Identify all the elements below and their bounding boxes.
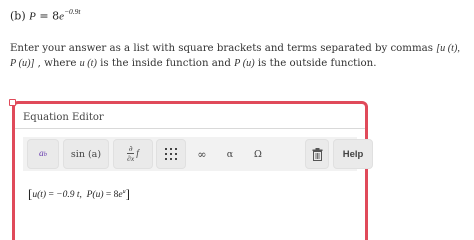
instructions: Enter your answer as a list with square …	[10, 41, 468, 71]
superscript-button[interactable]: ab	[27, 139, 59, 169]
resize-handle[interactable]	[9, 99, 16, 106]
editor-title: Equation Editor	[23, 112, 104, 123]
help-label: Help	[342, 148, 364, 160]
answer-eq-1: =	[46, 190, 57, 200]
equation-editor: Equation Editor ab sin (a) ∂ ∂x f ∞ α Ω …	[12, 101, 373, 240]
partial-f: f	[136, 149, 139, 159]
exponent: −0.9t	[63, 7, 81, 16]
partial-fraction: ∂ ∂x	[127, 144, 135, 163]
superscript-exp: b	[43, 150, 47, 158]
answer-eq-2: =	[103, 190, 114, 200]
clear-button[interactable]	[305, 139, 329, 169]
instructions-math-3: P (u)	[234, 58, 255, 69]
part-label: (b)	[10, 9, 26, 23]
answer-expression: [u(t) = −0.9 t, P(u) = 8eu]	[28, 186, 130, 202]
infinity-symbol: ∞	[197, 147, 207, 161]
function-name: P	[29, 10, 36, 23]
trash-icon	[312, 147, 322, 161]
partial-den: ∂x	[127, 153, 135, 163]
instructions-text-1: Enter your answer as a list with square …	[10, 43, 437, 54]
close-bracket: ]	[125, 186, 130, 201]
omega-symbol: Ω	[254, 148, 262, 160]
question-part-b: (b) P = 8e−0.9t	[10, 7, 81, 23]
help-button[interactable]: Help	[333, 139, 373, 169]
answer-u-rhs: −0.9 t,	[56, 190, 82, 200]
instructions-text-2: , where	[34, 58, 80, 69]
instructions-math-2: u (t)	[79, 58, 97, 69]
answer-u-lhs: u(t)	[32, 190, 47, 200]
editor-toolbar: ab sin (a) ∂ ∂x f ∞ α Ω Help	[23, 137, 373, 171]
greek-alpha-button[interactable]: α	[217, 139, 243, 169]
function-label: sin (a)	[70, 148, 102, 160]
answer-input[interactable]: [u(t) = −0.9 t, P(u) = 8eu]	[23, 178, 357, 238]
grid-icon	[165, 148, 177, 160]
instructions-text-3: is the inside function and	[96, 58, 235, 69]
answer-p-lhs: P(u)	[86, 190, 104, 200]
title-divider	[15, 128, 365, 129]
equals-sign: =	[39, 9, 49, 23]
derivative-button[interactable]: ∂ ∂x f	[113, 139, 153, 169]
function-button[interactable]: sin (a)	[63, 139, 109, 169]
matrix-button[interactable]	[156, 139, 186, 169]
instructions-text-4: is the outside function.	[254, 58, 377, 69]
partial-num: ∂	[128, 144, 133, 153]
greek-omega-button[interactable]: Ω	[245, 139, 271, 169]
alpha-symbol: α	[226, 148, 234, 160]
infinity-button[interactable]: ∞	[189, 139, 215, 169]
